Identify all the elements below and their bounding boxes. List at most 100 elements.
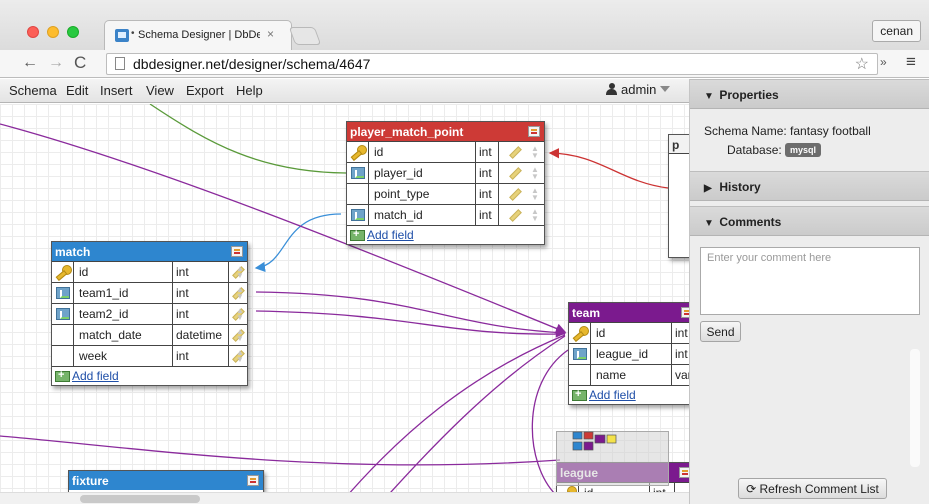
field-type: int	[675, 347, 688, 361]
reorder-arrows-icon[interactable]: ▲ ▼	[236, 349, 244, 364]
table-header[interactable]: p	[669, 135, 689, 154]
field-row[interactable]: idint▲▼	[347, 141, 544, 162]
table-name: team	[572, 306, 601, 320]
back-arrow-icon[interactable]: ←	[22, 54, 38, 72]
field-icon-cell	[52, 346, 74, 366]
browser-menu-icon[interactable]: ≡	[906, 52, 916, 72]
add-field-row[interactable]: Add field	[52, 366, 247, 385]
field-type: int	[479, 208, 492, 222]
minimap-icon[interactable]	[572, 431, 618, 453]
reorder-arrows-icon[interactable]: ▲ ▼	[531, 187, 539, 202]
close-window-button[interactable]	[27, 26, 39, 38]
schema-name-line: Schema Name: fantasy football	[704, 124, 871, 138]
column-divider	[228, 283, 229, 303]
browser-profile-button[interactable]: cenan	[872, 20, 921, 42]
scrollbar-thumb[interactable]	[80, 495, 200, 503]
browser-tabstrip: • Schema Designer | DbDesigner × cenan	[0, 0, 929, 50]
edit-field-pencil-icon[interactable]	[508, 146, 518, 156]
browser-tab[interactable]: • Schema Designer | DbDesigner ×	[104, 20, 292, 50]
edit-table-icon[interactable]	[231, 246, 243, 257]
url-text[interactable]: dbdesigner.net/designer/schema/4647	[133, 56, 370, 72]
extensions-overflow-icon[interactable]: »	[880, 55, 887, 69]
tab-close-icon[interactable]: ×	[267, 27, 274, 41]
field-row[interactable]: namevarc▲▼	[569, 364, 689, 385]
reload-icon[interactable]: C	[74, 54, 86, 72]
minimize-window-button[interactable]	[47, 26, 59, 38]
comments-section-header[interactable]: ▼ Comments	[690, 206, 929, 236]
canvas-horizontal-scrollbar[interactable]	[0, 492, 689, 504]
table-player-partial[interactable]: p	[668, 134, 689, 258]
user-menu[interactable]: admin	[606, 82, 671, 97]
edit-table-icon[interactable]	[247, 475, 259, 486]
edit-field-pencil-icon[interactable]	[508, 167, 518, 177]
field-row[interactable]: player_id int ▲ ▼	[347, 162, 544, 183]
zoom-window-button[interactable]	[67, 26, 79, 38]
add-field-row[interactable]: Add field	[347, 225, 544, 244]
edit-table-icon[interactable]	[681, 307, 689, 318]
comment-box[interactable]	[700, 247, 920, 315]
site-favicon-icon	[115, 29, 129, 42]
edit-table-icon[interactable]	[528, 126, 540, 137]
tab-status-dot: •	[131, 28, 135, 39]
field-row[interactable]: match_date datetime ▲ ▼	[52, 324, 247, 345]
foreign-key-icon	[56, 287, 70, 299]
menu-schema[interactable]: Schema	[9, 83, 57, 98]
send-comment-button[interactable]: Send	[700, 321, 741, 342]
reorder-arrows-icon[interactable]: ▲ ▼	[236, 265, 244, 280]
menu-insert[interactable]: Insert	[100, 83, 133, 98]
properties-section-header[interactable]: ▼ Properties	[690, 79, 929, 109]
menu-view[interactable]: View	[146, 83, 174, 98]
field-icon-cell	[347, 184, 369, 204]
edit-field-pencil-icon[interactable]	[508, 209, 518, 219]
table-header[interactable]: match	[52, 242, 247, 261]
add-field-link[interactable]: Add field	[589, 388, 636, 402]
table-match[interactable]: match id int ▲ ▼ team1_id int ▲ ▼ team2_id int ▲ ▼ ma…	[51, 241, 248, 386]
reorder-arrows-icon[interactable]: ▲ ▼	[531, 145, 539, 160]
field-row[interactable]: team1_id int ▲ ▼	[52, 282, 247, 303]
add-field-row[interactable]: Add field	[569, 385, 689, 404]
column-divider	[228, 346, 229, 366]
schema-name-value: fantasy football	[790, 124, 871, 138]
field-name: team2_id	[79, 307, 129, 321]
forward-arrow-icon[interactable]: →	[48, 54, 64, 72]
field-row[interactable]: league_idint▲▼	[569, 343, 689, 364]
field-icon-cell	[569, 323, 591, 343]
table-header[interactable]: team	[569, 303, 689, 322]
table-header[interactable]: player_match_point	[347, 122, 544, 141]
reorder-arrows-icon[interactable]: ▲ ▼	[531, 166, 539, 181]
menu-export[interactable]: Export	[186, 83, 224, 98]
field-icon-cell	[347, 163, 369, 183]
field-row[interactable]: idint▲▼	[569, 322, 689, 343]
reorder-arrows-icon[interactable]: ▲ ▼	[531, 208, 539, 223]
reorder-arrows-icon[interactable]: ▲ ▼	[236, 328, 244, 343]
sidebar-scrollbar[interactable]	[910, 349, 920, 467]
edit-table-icon[interactable]	[679, 467, 689, 478]
history-section-header[interactable]: ▶ History	[690, 171, 929, 201]
address-bar[interactable]: dbdesigner.net/designer/schema/4647 ☆	[106, 53, 878, 75]
refresh-comment-list-button[interactable]: ⟳ Refresh Comment List	[738, 478, 887, 499]
database-label: Database:	[727, 143, 782, 157]
relation-line	[255, 310, 566, 335]
table-header[interactable]: fixture	[69, 471, 263, 490]
add-field-link[interactable]: Add field	[72, 369, 119, 383]
reorder-arrows-icon[interactable]: ▲ ▼	[236, 286, 244, 301]
field-row[interactable]: match_id int ▲ ▼	[347, 204, 544, 225]
field-type: int	[176, 286, 189, 300]
field-row[interactable]: week int ▲ ▼	[52, 345, 247, 366]
field-row[interactable]: team2_id int ▲ ▼	[52, 303, 247, 324]
bookmark-star-icon[interactable]: ☆	[855, 54, 869, 74]
edit-field-pencil-icon[interactable]	[508, 188, 518, 198]
schema-canvas[interactable]: p player_match_point id int ▲ ▼ player_id int ▲…	[0, 104, 689, 504]
field-row[interactable]: idint▲▼	[52, 261, 247, 282]
table-player-match-point[interactable]: player_match_point id int ▲ ▼ player_id int ▲ ▼ p…	[346, 121, 545, 245]
menu-edit[interactable]: Edit	[66, 83, 88, 98]
new-tab-button[interactable]	[288, 27, 322, 45]
menu-help[interactable]: Help	[236, 83, 263, 98]
field-row[interactable]: point_type int ▲ ▼	[347, 183, 544, 204]
add-field-link[interactable]: Add field	[367, 228, 414, 242]
table-name: player_match_point	[350, 125, 464, 139]
comment-input[interactable]	[701, 248, 919, 314]
reorder-arrows-icon[interactable]: ▲ ▼	[236, 307, 244, 322]
column-divider	[498, 184, 499, 204]
table-team[interactable]: team idint▲▼league_idint▲▼namevarc▲▼ Add f…	[568, 302, 689, 405]
